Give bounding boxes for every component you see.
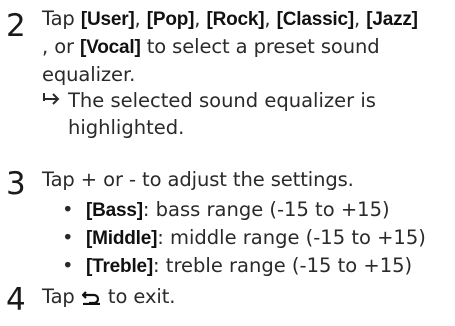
separator: ,	[264, 7, 277, 30]
option-pop: [Pop]	[146, 9, 195, 30]
separator: ,	[134, 7, 147, 30]
list-item: • [Bass]: bass range (-15 to +15)	[56, 196, 426, 224]
step-4-text: Tap to exit.	[42, 283, 175, 310]
result-text: The selected sound equalizer is highlight…	[68, 87, 428, 141]
step-2-or: , or	[42, 35, 81, 58]
step-2-text: Tap [User], [Pop], [Rock], [Classic], [J…	[42, 5, 452, 88]
bullet: •	[62, 254, 74, 277]
bullet: •	[62, 198, 74, 221]
step-number: 2	[6, 8, 26, 44]
separator: ,	[354, 7, 367, 30]
option-classic: [Classic]	[276, 9, 355, 30]
step-4-prefix: Tap	[42, 285, 81, 308]
setting-middle: [Middle]	[86, 228, 158, 249]
option-vocal: [Vocal]	[80, 37, 141, 58]
setting-desc: : bass range (-15 to +15)	[142, 198, 390, 221]
step-4-suffix: to exit.	[101, 285, 176, 308]
step-number: 3	[6, 166, 26, 202]
option-user: [User]	[80, 9, 135, 30]
option-jazz: [Jazz]	[366, 9, 418, 30]
step-2-line-2: , or [Vocal] to select a preset sound	[42, 33, 452, 61]
settings-list: • [Bass]: bass range (-15 to +15) • [Middl…	[56, 196, 426, 280]
step-2-line-1: Tap [User], [Pop], [Rock], [Classic], [J…	[42, 5, 452, 33]
step-2-prefix: Tap	[42, 7, 81, 30]
result-line-2: highlighted.	[68, 116, 185, 139]
setting-treble: [Treble]	[86, 256, 154, 277]
setting-desc: : middle range (-15 to +15)	[157, 226, 426, 249]
step-2-result: The selected sound equalizer is highlight…	[42, 87, 428, 141]
result-arrow-icon	[42, 87, 62, 114]
step-3-text: Tap + or - to adjust the settings.	[42, 168, 354, 191]
list-item: • [Treble]: treble range (-15 to +15)	[56, 252, 426, 280]
option-rock: [Rock]	[206, 9, 265, 30]
step-number: 4	[6, 282, 26, 318]
back-icon	[81, 285, 101, 306]
setting-bass: [Bass]	[86, 200, 143, 221]
list-item: • [Middle]: middle range (-15 to +15)	[56, 224, 426, 252]
result-line-1: The selected sound equalizer is	[68, 89, 376, 112]
step-2-line-3: equalizer.	[42, 63, 136, 86]
separator: ,	[194, 7, 207, 30]
bullet: •	[62, 226, 74, 249]
step-2-suffix-1: to select a preset sound	[146, 35, 380, 58]
setting-desc: : treble range (-15 to +15)	[153, 254, 413, 277]
